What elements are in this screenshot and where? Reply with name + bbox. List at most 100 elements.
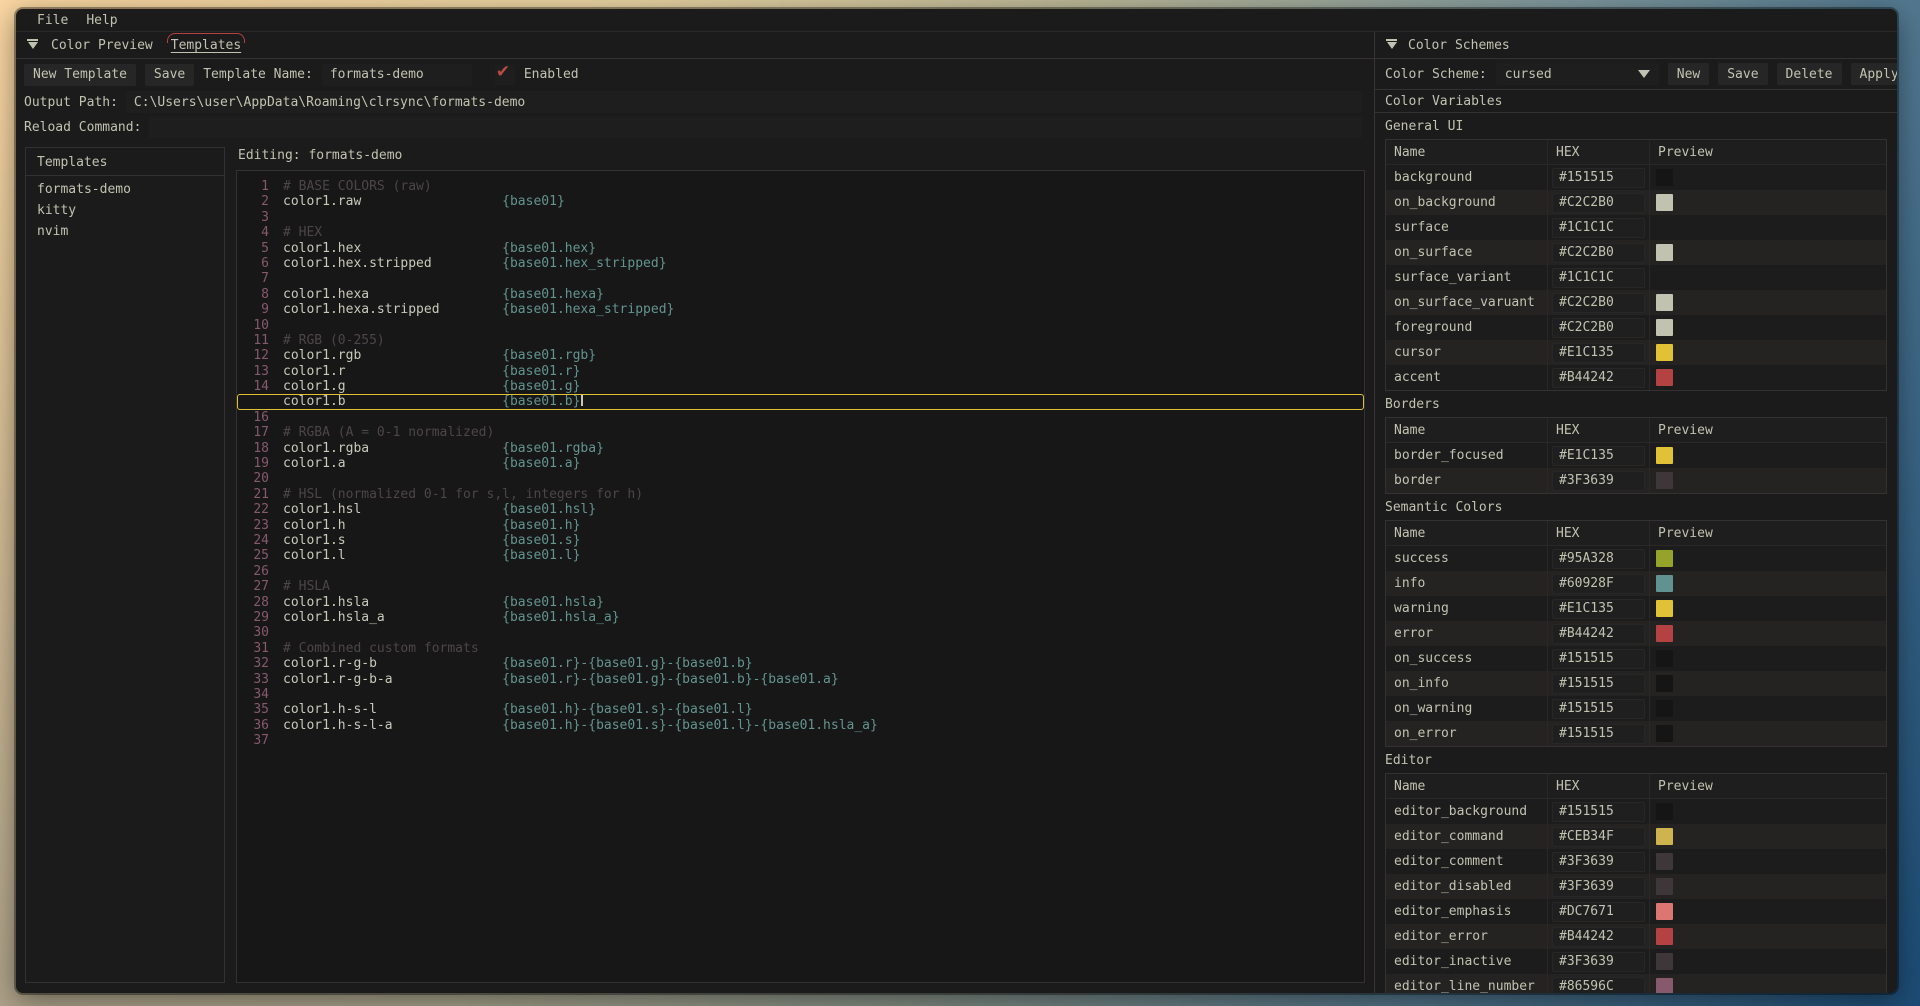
color-scheme-select[interactable]: cursed — [1496, 63, 1659, 85]
code-line[interactable]: 29color1.hsla_a {base01.hsla_a} — [237, 610, 1364, 625]
code-line[interactable]: 3 — [237, 210, 1364, 225]
code-line[interactable]: 8color1.hexa {base01.hexa} — [237, 287, 1364, 302]
color-hex-input[interactable]: #B44242 — [1552, 624, 1645, 644]
code-line[interactable]: 10 — [237, 318, 1364, 333]
code-line[interactable]: 31# Combined custom formats — [237, 641, 1364, 656]
color-swatch[interactable] — [1656, 878, 1673, 895]
code-line[interactable]: 23color1.h {base01.h} — [237, 518, 1364, 533]
template-list-item-kitty[interactable]: kitty — [26, 202, 224, 223]
color-swatch[interactable] — [1656, 650, 1673, 667]
color-hex-input[interactable]: #151515 — [1552, 699, 1645, 719]
color-hex-input[interactable]: #151515 — [1552, 724, 1645, 744]
scheme-apply-button[interactable]: Apply — [1851, 63, 1897, 85]
code-line[interactable]: 16 — [237, 410, 1364, 425]
collapse-schemes-icon[interactable] — [1385, 39, 1398, 51]
color-swatch[interactable] — [1656, 219, 1673, 236]
color-hex-input[interactable]: #B44242 — [1552, 368, 1645, 388]
code-line[interactable]: 13color1.r {base01.r} — [237, 364, 1364, 379]
color-swatch[interactable] — [1656, 675, 1673, 692]
color-swatch[interactable] — [1656, 447, 1673, 464]
color-hex-input[interactable]: #86596C — [1552, 977, 1645, 994]
scheme-new-button[interactable]: New — [1668, 63, 1709, 85]
color-swatch[interactable] — [1656, 700, 1673, 717]
template-name-input[interactable] — [322, 64, 472, 86]
color-swatch[interactable] — [1656, 344, 1673, 361]
color-hex-input[interactable]: #95A328 — [1552, 549, 1645, 569]
color-swatch[interactable] — [1656, 725, 1673, 742]
code-line[interactable]: 21# HSL (normalized 0-1 for s,l, integer… — [237, 487, 1364, 502]
code-line[interactable]: 18color1.rgba {base01.rgba} — [237, 441, 1364, 456]
color-swatch[interactable] — [1656, 853, 1673, 870]
color-hex-input[interactable]: #E1C135 — [1552, 599, 1645, 619]
code-line[interactable]: 11# RGB (0-255) — [237, 333, 1364, 348]
color-hex-input[interactable]: #1C1C1C — [1552, 268, 1645, 288]
code-line[interactable]: 28color1.hsla {base01.hsla} — [237, 595, 1364, 610]
color-swatch[interactable] — [1656, 625, 1673, 642]
color-hex-input[interactable]: #E1C135 — [1552, 446, 1645, 466]
color-hex-input[interactable]: #3F3639 — [1552, 852, 1645, 872]
color-hex-input[interactable]: #C2C2B0 — [1552, 293, 1645, 313]
color-hex-input[interactable]: #151515 — [1552, 674, 1645, 694]
code-line[interactable]: 20 — [237, 471, 1364, 486]
color-hex-input[interactable]: #151515 — [1552, 168, 1645, 188]
color-swatch[interactable] — [1656, 575, 1673, 592]
color-swatch[interactable] — [1656, 472, 1673, 489]
code-line[interactable]: 4# HEX — [237, 225, 1364, 240]
code-line[interactable]: 33color1.r-g-b-a {base01.r}-{base01.g}-{… — [237, 672, 1364, 687]
tab-color-preview[interactable]: Color Preview — [45, 36, 159, 55]
scheme-delete-button[interactable]: Delete — [1777, 63, 1842, 85]
code-line[interactable]: 34 — [237, 687, 1364, 702]
template-code-editor[interactable]: 1# BASE COLORS (raw)2color1.raw {base01}… — [236, 170, 1365, 983]
color-hex-input[interactable]: #B44242 — [1552, 927, 1645, 947]
code-line[interactable]: 5color1.hex {base01.hex} — [237, 241, 1364, 256]
code-line[interactable]: 35color1.h-s-l {base01.h}-{base01.s}-{ba… — [237, 702, 1364, 717]
code-line[interactable]: 30 — [237, 625, 1364, 640]
enabled-checkbox[interactable]: ✔ — [495, 65, 515, 85]
color-hex-input[interactable]: #C2C2B0 — [1552, 193, 1645, 213]
code-line[interactable]: 25color1.l {base01.l} — [237, 548, 1364, 563]
color-swatch[interactable] — [1656, 269, 1673, 286]
color-hex-input[interactable]: #60928F — [1552, 574, 1645, 594]
color-hex-input[interactable]: #3F3639 — [1552, 877, 1645, 897]
code-line[interactable]: 19color1.a {base01.a} — [237, 456, 1364, 471]
color-swatch[interactable] — [1656, 928, 1673, 945]
code-line[interactable]: 37 — [237, 733, 1364, 748]
color-swatch[interactable] — [1656, 294, 1673, 311]
color-swatch[interactable] — [1656, 803, 1673, 820]
color-hex-input[interactable]: #E1C135 — [1552, 343, 1645, 363]
code-line[interactable]: 36color1.h-s-l-a {base01.h}-{base01.s}-{… — [237, 718, 1364, 733]
color-swatch[interactable] — [1656, 953, 1673, 970]
color-hex-input[interactable]: #3F3639 — [1552, 471, 1645, 491]
color-swatch[interactable] — [1656, 600, 1673, 617]
code-line[interactable]: 26 — [237, 564, 1364, 579]
color-hex-input[interactable]: #1C1C1C — [1552, 218, 1645, 238]
collapse-panel-icon[interactable] — [26, 39, 39, 51]
tab-templates[interactable]: Templates — [165, 36, 247, 55]
code-line[interactable]: 27# HSLA — [237, 579, 1364, 594]
template-list-item-nvim[interactable]: nvim — [26, 223, 224, 244]
code-line[interactable]: 12color1.rgb {base01.rgb} — [237, 348, 1364, 363]
new-template-button[interactable]: New Template — [24, 64, 136, 86]
color-hex-input[interactable]: #151515 — [1552, 649, 1645, 669]
code-line[interactable]: 7 — [237, 271, 1364, 286]
code-line[interactable]: 17# RGBA (A = 0-1 normalized) — [237, 425, 1364, 440]
color-swatch[interactable] — [1656, 194, 1673, 211]
color-swatch[interactable] — [1656, 978, 1673, 993]
color-hex-input[interactable]: #CEB34F — [1552, 827, 1645, 847]
color-swatch[interactable] — [1656, 244, 1673, 261]
scheme-save-button[interactable]: Save — [1718, 63, 1767, 85]
color-swatch[interactable] — [1656, 903, 1673, 920]
color-hex-input[interactable]: #151515 — [1552, 802, 1645, 822]
reload-command-input[interactable] — [149, 116, 1362, 138]
color-hex-input[interactable]: #C2C2B0 — [1552, 318, 1645, 338]
color-hex-input[interactable]: #3F3639 — [1552, 952, 1645, 972]
output-path-input[interactable] — [126, 91, 1362, 113]
code-line[interactable]: color1.b {base01.b} — [237, 394, 1364, 409]
code-line[interactable]: 6color1.hex.stripped {base01.hex_strippe… — [237, 256, 1364, 271]
color-hex-input[interactable]: #C2C2B0 — [1552, 243, 1645, 263]
menu-item-help[interactable]: Help — [79, 12, 124, 29]
code-line[interactable]: 32color1.r-g-b {base01.r}-{base01.g}-{ba… — [237, 656, 1364, 671]
code-line[interactable]: 24color1.s {base01.s} — [237, 533, 1364, 548]
color-hex-input[interactable]: #DC7671 — [1552, 902, 1645, 922]
menu-item-file[interactable]: File — [30, 12, 75, 29]
